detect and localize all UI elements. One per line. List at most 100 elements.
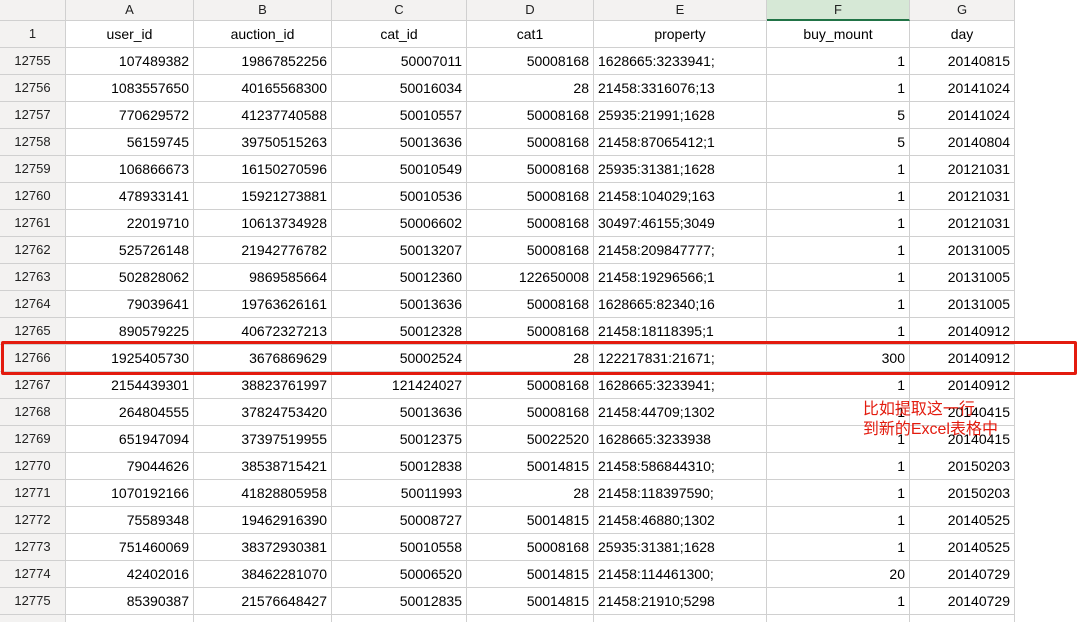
cell-B[interactable]: 15921273881 <box>194 183 332 210</box>
cell-G[interactable]: 20150203 <box>910 480 1015 507</box>
cell-A[interactable]: 478933141 <box>66 183 194 210</box>
cell-B[interactable]: 21576648427 <box>194 588 332 615</box>
cell-D[interactable]: 50008168 <box>467 237 594 264</box>
cell-E[interactable]: 25935:21991;1628 <box>594 102 767 129</box>
cell-G[interactable]: 20140729 <box>910 561 1015 588</box>
cell-D[interactable]: 50008168 <box>467 318 594 345</box>
cell-E[interactable]: 21458:114461300; <box>594 561 767 588</box>
cell-F[interactable]: 2 <box>767 615 910 622</box>
cell-C[interactable]: 50010558 <box>332 534 467 561</box>
cell-B[interactable]: 21942776782 <box>194 237 332 264</box>
col-header-G[interactable]: G <box>910 0 1015 21</box>
row-label[interactable]: 12765 <box>0 318 66 345</box>
cell-F[interactable]: 1 <box>767 156 910 183</box>
row-label[interactable]: 12770 <box>0 453 66 480</box>
cell-A[interactable]: 75589348 <box>66 507 194 534</box>
cell-A[interactable]: 525726148 <box>66 237 194 264</box>
cell-D[interactable]: 122650008 <box>467 264 594 291</box>
cell-B[interactable]: 37397519955 <box>194 426 332 453</box>
cell-C[interactable]: 50012375 <box>332 426 467 453</box>
cell-G[interactable]: 20131005 <box>910 264 1015 291</box>
cell-D[interactable]: 28 <box>467 75 594 102</box>
cell-D[interactable]: 28 <box>467 345 594 372</box>
cell-E[interactable]: 1628665:3233941; <box>594 48 767 75</box>
row-label[interactable]: 12755 <box>0 48 66 75</box>
row-label[interactable]: 12774 <box>0 561 66 588</box>
cell-E[interactable]: 21458:104029;163 <box>594 183 767 210</box>
row-label[interactable]: 12756 <box>0 75 66 102</box>
cell-C[interactable]: 50016034 <box>332 75 467 102</box>
cell-C[interactable]: 50011993 <box>332 480 467 507</box>
cell-C[interactable]: 50013636 <box>332 399 467 426</box>
cell-F[interactable]: 1 <box>767 318 910 345</box>
cell-D[interactable]: 50008168 <box>467 372 594 399</box>
cell-C[interactable]: 50014863 <box>332 615 467 622</box>
cell-G[interactable]: 20141113 <box>910 615 1015 622</box>
col-header-A[interactable]: A <box>66 0 194 21</box>
cell-B[interactable]: 38462281070 <box>194 561 332 588</box>
cell-F[interactable]: 1 <box>767 453 910 480</box>
row-label[interactable]: 12759 <box>0 156 66 183</box>
cell-A[interactable]: 1925405730 <box>66 345 194 372</box>
cell-F[interactable]: 1 <box>767 237 910 264</box>
cell-B[interactable]: 19462916390 <box>194 507 332 534</box>
cell-A[interactable]: 2154439301 <box>66 372 194 399</box>
cell-B[interactable]: 19763626161 <box>194 291 332 318</box>
cell-F[interactable]: 1 <box>767 264 910 291</box>
cell-G[interactable]: 20140415 <box>910 426 1015 453</box>
cell-G[interactable]: 20140804 <box>910 129 1015 156</box>
cell-E[interactable]: 1628665:3233941; <box>594 372 767 399</box>
cell-E[interactable]: 1628665:3233938 <box>594 426 767 453</box>
cell-A[interactable]: 42402016 <box>66 561 194 588</box>
cell-A[interactable]: 22019710 <box>66 210 194 237</box>
cell-G[interactable]: 20140815 <box>910 48 1015 75</box>
cell-E[interactable]: 25935:31381;1628 <box>594 156 767 183</box>
cell-A[interactable]: 106866673 <box>66 156 194 183</box>
cell-A[interactable]: 56159745 <box>66 129 194 156</box>
cell-G[interactable]: 20140912 <box>910 372 1015 399</box>
cell-G[interactable]: 20140729 <box>910 588 1015 615</box>
cell-B[interactable]: 10613734928 <box>194 210 332 237</box>
row-label[interactable]: 12758 <box>0 129 66 156</box>
cell-D[interactable]: 50008168 <box>467 534 594 561</box>
row-label-1[interactable]: 1 <box>0 21 66 48</box>
row-label[interactable]: 12768 <box>0 399 66 426</box>
cell-C[interactable]: 50010536 <box>332 183 467 210</box>
cell-G[interactable]: 20150203 <box>910 453 1015 480</box>
col-header-C[interactable]: C <box>332 0 467 21</box>
cell-C[interactable]: 50002524 <box>332 345 467 372</box>
row-label[interactable]: 12763 <box>0 264 66 291</box>
cell-B[interactable]: 40672327213 <box>194 318 332 345</box>
cell-F[interactable]: 20 <box>767 561 910 588</box>
header-auction_id[interactable]: auction_id <box>194 21 332 48</box>
cell-C[interactable]: 50012328 <box>332 318 467 345</box>
cell-B[interactable]: 39750515263 <box>194 129 332 156</box>
cell-F[interactable]: 1 <box>767 588 910 615</box>
cell-A[interactable]: 770629572 <box>66 102 194 129</box>
cell-F[interactable]: 1 <box>767 399 910 426</box>
row-label[interactable]: 12766 <box>0 345 66 372</box>
cell-F[interactable]: 1 <box>767 75 910 102</box>
cell-F[interactable]: 300 <box>767 345 910 372</box>
header-buy_mount[interactable]: buy_mount <box>767 21 910 48</box>
cell-A[interactable]: 502828062 <box>66 264 194 291</box>
cell-C[interactable]: 50006602 <box>332 210 467 237</box>
cell-F[interactable]: 1 <box>767 372 910 399</box>
cell-B[interactable]: 38538715421 <box>194 453 332 480</box>
cell-B[interactable]: 38823761997 <box>194 372 332 399</box>
cell-A[interactable]: 705481393 <box>66 615 194 622</box>
cell-G[interactable]: 20131005 <box>910 237 1015 264</box>
cell-B[interactable]: 9869585664 <box>194 264 332 291</box>
row-label[interactable]: 12757 <box>0 102 66 129</box>
cell-C[interactable]: 50013636 <box>332 291 467 318</box>
cell-A[interactable]: 890579225 <box>66 318 194 345</box>
col-header-B[interactable]: B <box>194 0 332 21</box>
header-cat1[interactable]: cat1 <box>467 21 594 48</box>
cell-D[interactable]: 50022520 <box>467 426 594 453</box>
cell-C[interactable]: 50007011 <box>332 48 467 75</box>
cell-B[interactable]: 40165568300 <box>194 75 332 102</box>
cell-G[interactable]: 20140912 <box>910 318 1015 345</box>
cell-D[interactable]: 50008168 <box>467 129 594 156</box>
cell-G[interactable]: 20140525 <box>910 507 1015 534</box>
cell-F[interactable]: 1 <box>767 291 910 318</box>
